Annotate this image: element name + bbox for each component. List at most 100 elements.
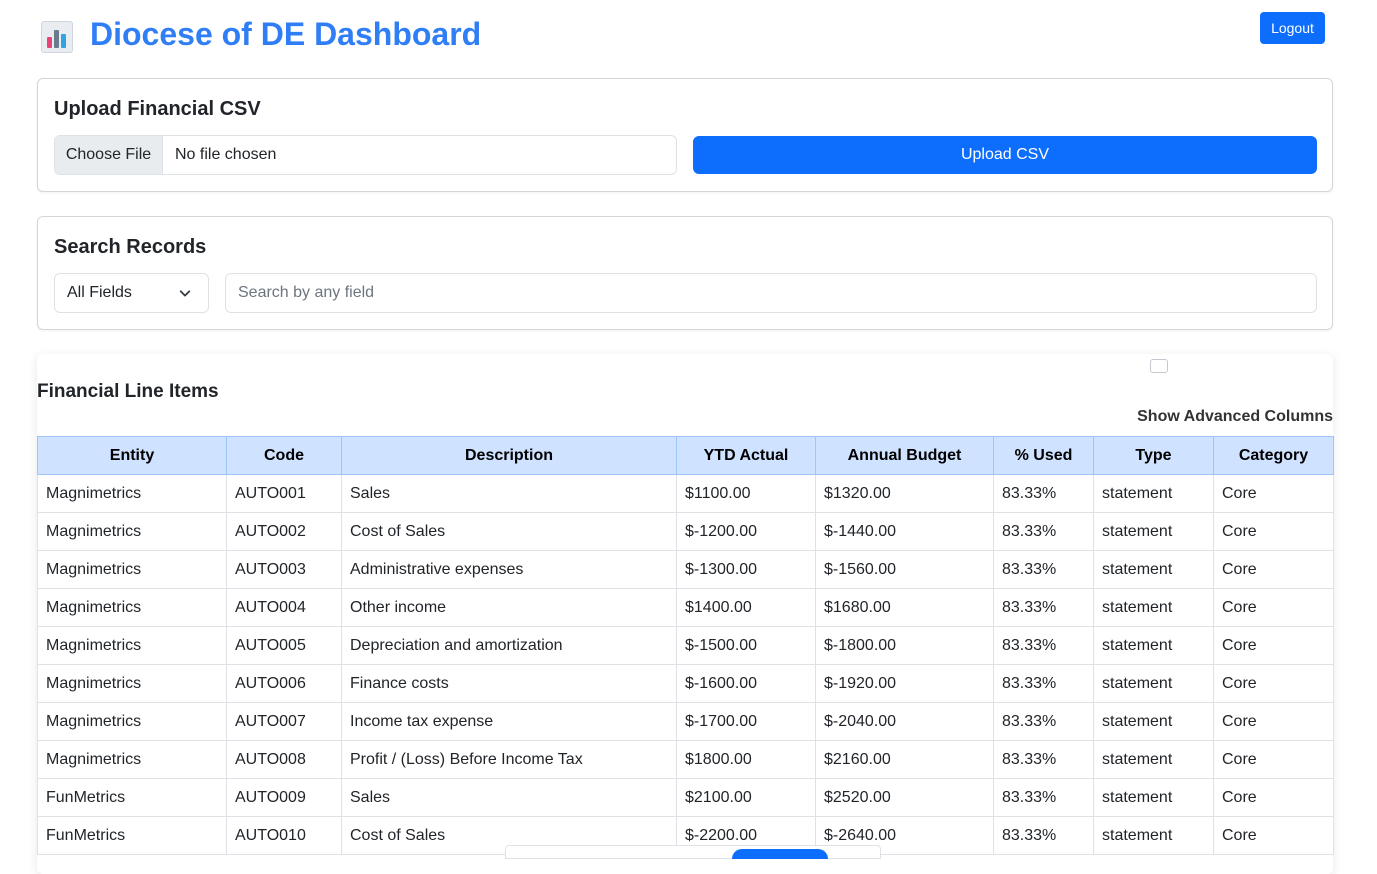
table-cell: Core — [1213, 550, 1334, 589]
table-cell: Depreciation and amortization — [341, 626, 677, 665]
table-cell: Core — [1213, 664, 1334, 703]
table-cell: statement — [1093, 512, 1214, 551]
table-cell: $-2040.00 — [815, 702, 994, 741]
table-cell: Magnimetrics — [37, 512, 227, 551]
upload-csv-button[interactable]: Upload CSV — [693, 136, 1317, 174]
table-cell: Income tax expense — [341, 702, 677, 741]
line-items-table: Entity Code Description YTD Actual Annual Bu… — [37, 436, 1334, 855]
table-cell: Finance costs — [341, 664, 677, 703]
table-cell: $2520.00 — [815, 778, 994, 817]
advanced-columns-checkbox[interactable] — [1150, 359, 1168, 373]
table-cell: $2100.00 — [676, 778, 816, 817]
table-cell: $-1920.00 — [815, 664, 994, 703]
table-cell: Magnimetrics — [37, 664, 227, 703]
table-cell: statement — [1093, 778, 1214, 817]
table-cell: statement — [1093, 702, 1214, 741]
table-cell: $1320.00 — [815, 474, 994, 513]
table-cell: Other income — [341, 588, 677, 627]
table-cell: 83.33% — [993, 588, 1094, 627]
table-cell: Magnimetrics — [37, 626, 227, 665]
table-cell: 83.33% — [993, 702, 1094, 741]
table-cell: FunMetrics — [37, 816, 227, 855]
table-cell: $2160.00 — [815, 740, 994, 779]
line-items-title: Financial Line Items — [37, 381, 219, 402]
table-row[interactable]: Magnimetrics AUTO008 Profit / (Loss) Befor… — [37, 740, 1334, 779]
table-cell: Sales — [341, 474, 677, 513]
column-header[interactable]: Type — [1093, 436, 1214, 475]
table-cell: AUTO001 — [226, 474, 342, 513]
table-row[interactable]: FunMetrics AUTO009 Sales $2100.00 $2520.00 83… — [37, 778, 1334, 817]
table-cell: $-1200.00 — [676, 512, 816, 551]
table-cell: $-1600.00 — [676, 664, 816, 703]
column-header[interactable]: Annual Budget — [815, 436, 994, 475]
table-cell: statement — [1093, 740, 1214, 779]
table-cell: statement — [1093, 626, 1214, 665]
table-cell: AUTO009 — [226, 778, 342, 817]
table-cell: Magnimetrics — [37, 702, 227, 741]
table-row[interactable]: Magnimetrics AUTO003 Administrative expens… — [37, 550, 1334, 589]
table-cell: Magnimetrics — [37, 588, 227, 627]
table-cell: $1800.00 — [676, 740, 816, 779]
table-cell: 83.33% — [993, 740, 1094, 779]
column-header[interactable]: YTD Actual — [676, 436, 816, 475]
advanced-columns-label[interactable]: Show Advanced Columns — [1137, 408, 1333, 426]
table-cell: Magnimetrics — [37, 474, 227, 513]
table-cell: 83.33% — [993, 778, 1094, 817]
page-title: Diocese of DE Dashboard — [90, 16, 482, 52]
table-cell: 83.33% — [993, 626, 1094, 665]
table-cell: Magnimetrics — [37, 740, 227, 779]
table-cell: Administrative expenses — [341, 550, 677, 589]
table-header-row: Entity Code Description YTD Actual Annual Bu… — [37, 436, 1334, 475]
search-card-title: Search Records — [54, 236, 207, 258]
table-cell: Core — [1213, 740, 1334, 779]
table-cell: Core — [1213, 626, 1334, 665]
table-cell: statement — [1093, 474, 1214, 513]
table-cell: $-1560.00 — [815, 550, 994, 589]
table-cell: AUTO003 — [226, 550, 342, 589]
file-status-text: No file chosen — [175, 146, 277, 163]
table-row[interactable]: Magnimetrics AUTO001 Sales $1100.00 $1320.00… — [37, 474, 1334, 513]
table-cell: AUTO004 — [226, 588, 342, 627]
table-cell: $1100.00 — [676, 474, 816, 513]
table-cell: $-1500.00 — [676, 626, 816, 665]
table-cell: 83.33% — [993, 816, 1094, 855]
table-cell: Profit / (Loss) Before Income Tax — [341, 740, 677, 779]
table-cell: Core — [1213, 588, 1334, 627]
table-cell: $1680.00 — [815, 588, 994, 627]
search-field-select[interactable]: All Fields — [54, 273, 209, 313]
table-row[interactable]: Magnimetrics AUTO004 Other income $1400.00 $… — [37, 588, 1334, 627]
table-cell: $-1700.00 — [676, 702, 816, 741]
table-cell: statement — [1093, 588, 1214, 627]
bottom-action-button[interactable] — [732, 849, 828, 859]
upload-card: Upload Financial CSV Choose File No file… — [37, 78, 1333, 192]
table-cell: 83.33% — [993, 664, 1094, 703]
table-cell: AUTO006 — [226, 664, 342, 703]
upload-card-title: Upload Financial CSV — [54, 98, 261, 120]
line-items-section: Financial Line Items Show Advanced Colum… — [37, 354, 1334, 874]
table-cell: AUTO002 — [226, 512, 342, 551]
table-cell: statement — [1093, 816, 1214, 855]
table-cell: Magnimetrics — [37, 550, 227, 589]
table-cell: 83.33% — [993, 474, 1094, 513]
file-input[interactable]: Choose File No file chosen — [54, 135, 677, 175]
page-header: Diocese of DE Dashboard Logout — [37, 0, 1333, 78]
table-cell: AUTO007 — [226, 702, 342, 741]
column-header[interactable]: Category — [1213, 436, 1334, 475]
table-row[interactable]: Magnimetrics AUTO006 Finance costs $-1600.0… — [37, 664, 1334, 703]
column-header[interactable]: Entity — [37, 436, 227, 475]
column-header[interactable]: Description — [341, 436, 677, 475]
logout-button[interactable]: Logout — [1260, 12, 1325, 44]
choose-file-button[interactable]: Choose File — [55, 136, 163, 174]
table-row[interactable]: Magnimetrics AUTO002 Cost of Sales $-1200.0… — [37, 512, 1334, 551]
column-header[interactable]: % Used — [993, 436, 1094, 475]
table-cell: statement — [1093, 664, 1214, 703]
search-input[interactable] — [225, 273, 1317, 313]
table-cell: statement — [1093, 550, 1214, 589]
table-row[interactable]: Magnimetrics AUTO005 Depreciation and amor… — [37, 626, 1334, 665]
table-cell: $-1440.00 — [815, 512, 994, 551]
table-cell: Sales — [341, 778, 677, 817]
column-header[interactable]: Code — [226, 436, 342, 475]
table-cell: Core — [1213, 816, 1334, 855]
table-row[interactable]: Magnimetrics AUTO007 Income tax expense $-1… — [37, 702, 1334, 741]
table-cell: 83.33% — [993, 512, 1094, 551]
